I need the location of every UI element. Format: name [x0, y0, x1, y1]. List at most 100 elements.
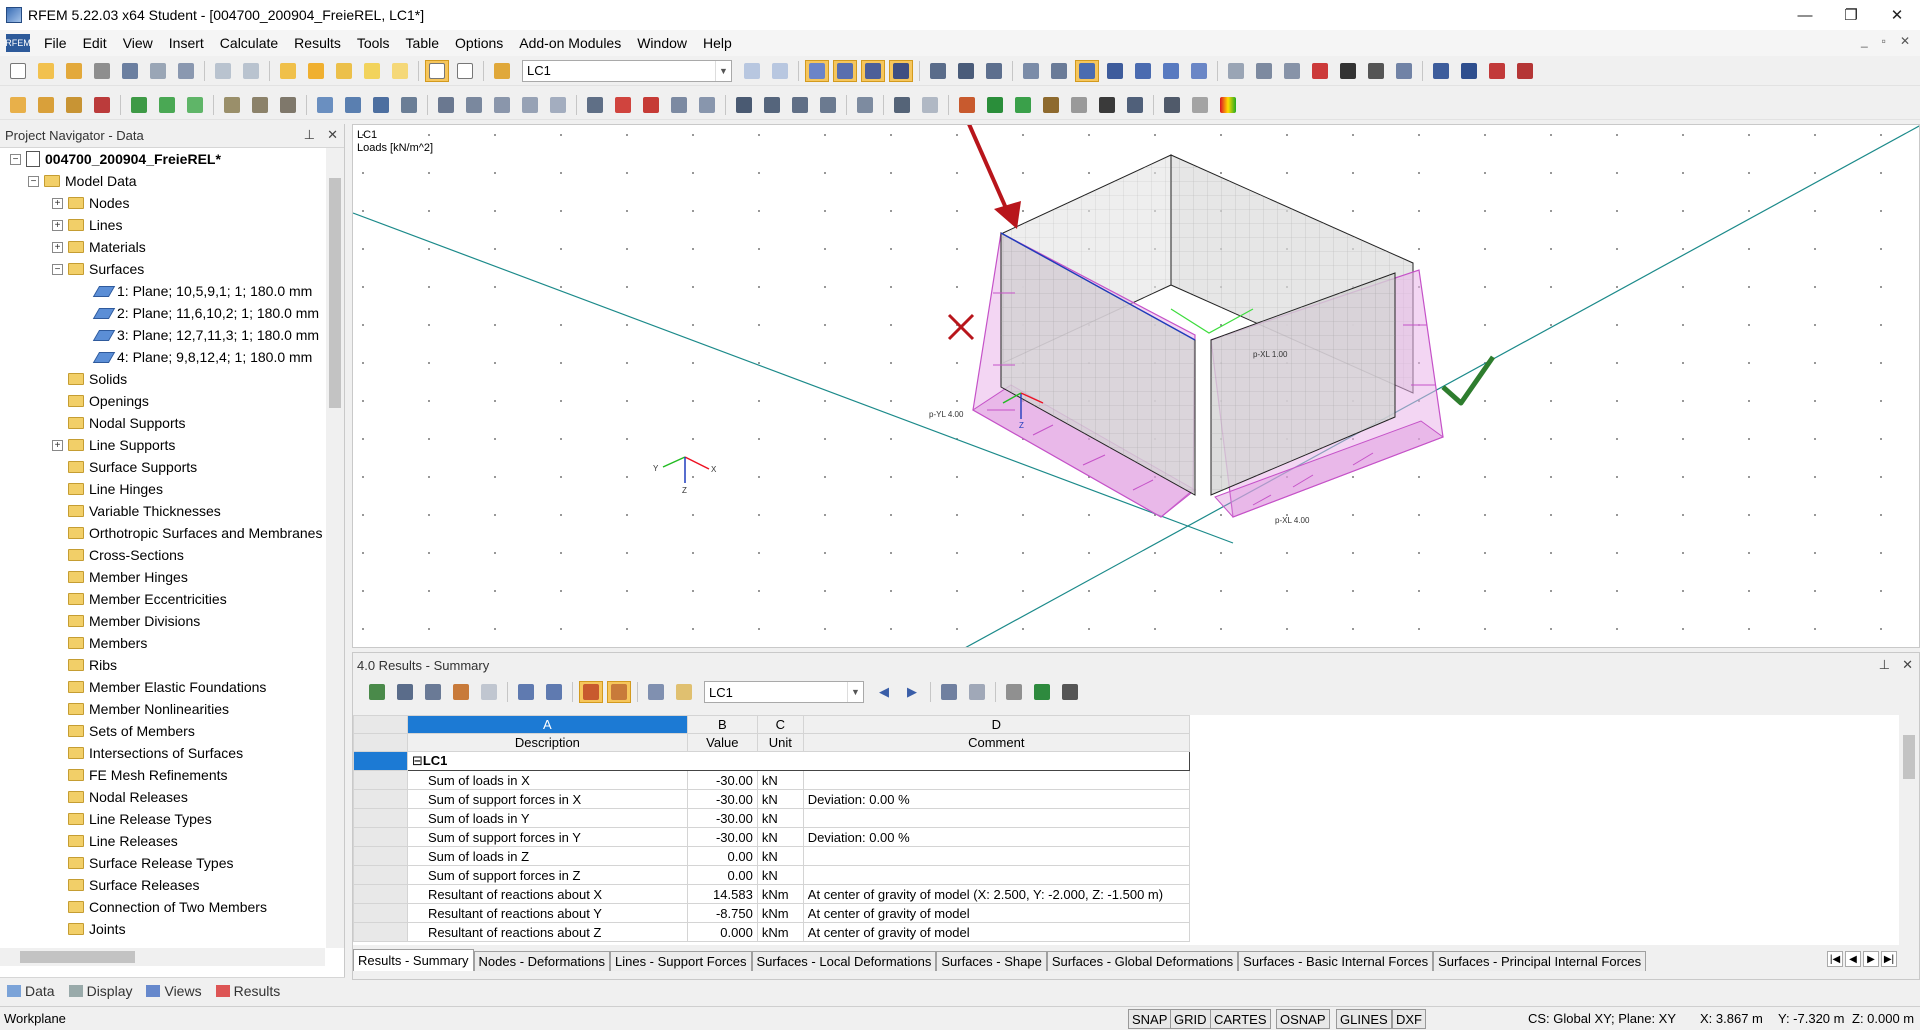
navigator-horizontal-scrollbar[interactable]	[0, 948, 325, 966]
new-support-icon[interactable]	[90, 94, 114, 116]
results-view-icon[interactable]	[937, 681, 961, 703]
render-load-icon[interactable]	[1067, 94, 1091, 116]
tree-item-sets-of-members[interactable]: Sets of Members	[0, 720, 325, 742]
redo-icon[interactable]	[239, 60, 263, 82]
table-layout-icon[interactable]	[1123, 94, 1147, 116]
results-columns-icon[interactable]	[644, 681, 668, 703]
project-icon[interactable]	[546, 94, 570, 116]
tab-surfaces-basic-internal-forces[interactable]: Surfaces - Basic Internal Forces	[1238, 951, 1434, 971]
navigator-vertical-scrollbar[interactable]	[326, 148, 344, 948]
table-row[interactable]: Sum of loads in Y -30.00 kN	[353, 808, 1901, 828]
menu-help[interactable]: Help	[695, 35, 740, 51]
render-solid-icon[interactable]	[1011, 94, 1035, 116]
results-relation-icon[interactable]	[579, 681, 603, 703]
guide-line-icon[interactable]	[918, 94, 942, 116]
results-prev-icon[interactable]: ◀	[872, 681, 896, 703]
tree-item-fe-mesh[interactable]: FE Mesh Refinements	[0, 764, 325, 786]
tree-item-surface-supports[interactable]: Surface Supports	[0, 456, 325, 478]
menu-insert[interactable]: Insert	[161, 35, 212, 51]
view-filter-icon[interactable]	[1187, 60, 1211, 82]
restore-button[interactable]: ❐	[1828, 0, 1874, 30]
tree-item-line-supports[interactable]: + Line Supports	[0, 434, 325, 456]
display-shading-icon[interactable]	[853, 94, 877, 116]
tree-item-members[interactable]: Members	[0, 632, 325, 654]
tree-item-project[interactable]: −004700_200904_FreieREL*	[0, 148, 325, 170]
model-view-3d[interactable]: LC1 Loads [kN/m^2] p-YL 4.00 p-XL 1.00 p…	[352, 124, 1920, 648]
menu-add-on-modules[interactable]: Add-on Modules	[511, 35, 629, 51]
results-print-icon[interactable]	[1002, 681, 1026, 703]
axis-tool-icon[interactable]	[760, 94, 784, 116]
osnap-toggle[interactable]: OSNAP	[1276, 1009, 1330, 1029]
results-next-icon[interactable]: ▶	[900, 681, 924, 703]
tree-item-surface-3[interactable]: 3: Plane; 12,7,11,3; 1; 180.0 mm	[0, 324, 325, 346]
member-load-icon[interactable]	[276, 94, 300, 116]
surface-load-icon[interactable]	[313, 94, 337, 116]
column-c-header[interactable]: C	[756, 715, 804, 734]
tree-item-surface-releases[interactable]: Surface Releases	[0, 874, 325, 896]
view-iso-icon[interactable]	[1429, 60, 1453, 82]
tree-item-surface-2[interactable]: 2: Plane; 11,6,10,2; 1; 180.0 mm	[0, 302, 325, 324]
rfem-logo-icon[interactable]: RFEM	[5, 34, 31, 52]
collapse-icon[interactable]: ⊟	[412, 753, 423, 768]
cartes-toggle[interactable]: CARTES	[1210, 1009, 1271, 1029]
new-solid-icon[interactable]	[155, 94, 179, 116]
find-icon[interactable]	[304, 60, 328, 82]
tree-item-variable-thicknesses[interactable]: Variable Thicknesses	[0, 500, 325, 522]
table-row[interactable]: Sum of support forces in Z 0.00 kN	[353, 865, 1901, 885]
pin-icon[interactable]: ⊥	[304, 127, 315, 143]
rotate-icon[interactable]	[490, 94, 514, 116]
tree-item-member-divisions[interactable]: Member Divisions	[0, 610, 325, 632]
tab-surfaces-principal-internal-forces[interactable]: Surfaces - Principal Internal Forces	[1433, 951, 1647, 971]
load-case-select[interactable]: LC1 ▼	[522, 59, 732, 82]
tree-item-openings[interactable]: Openings	[0, 390, 325, 412]
tree-item-joints[interactable]: Joints	[0, 918, 325, 940]
animation-icon[interactable]	[926, 60, 950, 82]
results-vertical-scrollbar[interactable]	[1899, 715, 1919, 945]
tab-surfaces-shape[interactable]: Surfaces - Shape	[936, 951, 1047, 971]
divide-icon[interactable]	[583, 94, 607, 116]
snap-toggle[interactable]: SNAP	[1128, 1009, 1172, 1029]
table-toggle-icon[interactable]	[453, 60, 477, 82]
table-row[interactable]: Resultant of reactions about X 14.583 kNm A…	[353, 884, 1901, 904]
dropdown-arrow-icon[interactable]: ▼	[847, 682, 863, 702]
tab-next-icon[interactable]: ▶	[1863, 951, 1879, 967]
tab-last-icon[interactable]: ▶|	[1881, 951, 1897, 967]
mdi-restore-button[interactable]: ▫	[1882, 34, 1886, 48]
render-member-icon[interactable]	[1039, 94, 1063, 116]
new-node-icon[interactable]	[6, 94, 30, 116]
tab-results[interactable]: Results	[209, 983, 288, 999]
view-side-icon[interactable]	[1513, 60, 1537, 82]
menu-options[interactable]: Options	[447, 35, 511, 51]
comment-icon[interactable]	[360, 60, 384, 82]
wizard-icon[interactable]	[1188, 94, 1212, 116]
tree-item-solids[interactable]: Solids	[0, 368, 325, 390]
render-icon[interactable]	[1336, 60, 1360, 82]
tree-item-model-data[interactable]: − Model Data	[0, 170, 325, 192]
results-filter-icon[interactable]	[393, 681, 417, 703]
close-button[interactable]: ✕	[1874, 0, 1920, 30]
menu-calculate[interactable]: Calculate	[212, 35, 286, 51]
new-member-icon[interactable]	[62, 94, 86, 116]
tree-item-surface-release-types[interactable]: Surface Release Types	[0, 852, 325, 874]
tab-lines-support-forces[interactable]: Lines - Support Forces	[609, 951, 752, 971]
menu-results[interactable]: Results	[286, 35, 349, 51]
excel-export-icon[interactable]	[1030, 681, 1054, 703]
column-d-header[interactable]: D	[802, 715, 1190, 734]
menu-view[interactable]: View	[115, 35, 161, 51]
support-reactions-icon[interactable]	[889, 59, 913, 82]
diagram-icon[interactable]	[982, 60, 1006, 82]
navigator-toggle-icon[interactable]	[425, 59, 449, 82]
camera-icon[interactable]	[1364, 60, 1388, 82]
tree-item-line-release-types[interactable]: Line Release Types	[0, 808, 325, 830]
dimension-line-icon[interactable]	[890, 94, 914, 116]
mdi-minimize-button[interactable]: _	[1861, 34, 1868, 48]
previous-load-case-icon[interactable]	[740, 60, 764, 82]
table-row[interactable]: Sum of support forces in X -30.00 kN Deviat…	[353, 789, 1901, 809]
results-relation2-icon[interactable]	[607, 681, 631, 703]
new-surface-icon[interactable]	[127, 94, 151, 116]
imposed-load-icon[interactable]	[397, 94, 421, 116]
solid-load-icon[interactable]	[341, 94, 365, 116]
new-line-icon[interactable]	[34, 94, 58, 116]
tree-item-member-elastic-foundations[interactable]: Member Elastic Foundations	[0, 676, 325, 698]
grid-toggle[interactable]: GRID	[1170, 1009, 1211, 1029]
